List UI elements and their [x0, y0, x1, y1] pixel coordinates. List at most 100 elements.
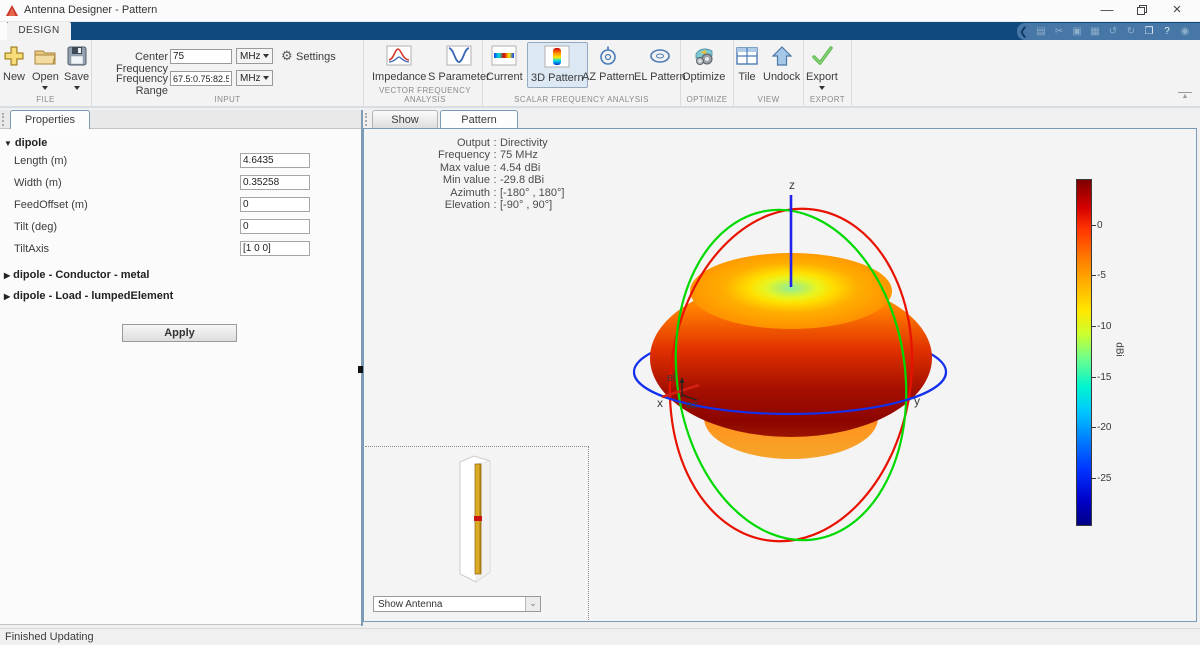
save-button[interactable]: Save [64, 43, 89, 90]
info-value: [-90° , 90°] [500, 198, 553, 211]
section-expanded-icon: ▼ [4, 139, 12, 148]
current-button[interactable]: Current [486, 43, 523, 83]
length-input[interactable] [240, 153, 310, 168]
app-logo-icon [5, 4, 19, 23]
center-frequency-input[interactable] [170, 49, 232, 64]
window-title: Antenna Designer - Pattern [24, 4, 158, 16]
undock-button-label: Undock [763, 71, 801, 83]
copy-icon[interactable]: ▣ [1068, 26, 1086, 37]
az-pattern-button[interactable]: AZ Pattern [582, 43, 635, 83]
more-options-icon[interactable]: ◉ [1176, 26, 1194, 37]
restore-button[interactable] [1124, 0, 1158, 22]
frequency-range-unit-dropdown[interactable]: MHz [236, 70, 273, 86]
tab-design[interactable]: DESIGN [7, 22, 71, 40]
frequency-range-unit-value: MHz [240, 72, 261, 84]
tilt-label: Tilt (deg) [14, 221, 57, 233]
save-dropdown-arrow-icon[interactable] [73, 86, 80, 90]
pattern-tab-bar: Show Pattern [363, 110, 1197, 129]
az-pattern-button-label: AZ Pattern [582, 71, 635, 83]
export-button[interactable]: Export [806, 43, 838, 90]
show-antenna-dropdown[interactable]: Show Antenna ⌄ [373, 596, 541, 612]
info-separator: : [493, 161, 497, 174]
info-label: Max value [439, 161, 490, 174]
impedance-button-label: Impedance [372, 71, 427, 83]
panel-grip[interactable] [2, 113, 5, 126]
vector-section-label: VECTOR FREQUENCY ANALYSIS [378, 86, 472, 104]
center-frequency-unit-dropdown[interactable]: MHz [236, 48, 273, 64]
tab-show[interactable]: Show [372, 110, 438, 129]
colorbar-tick-label: -15 [1097, 372, 1112, 383]
tilt-input[interactable] [240, 219, 310, 234]
tab-pattern[interactable]: Pattern [440, 110, 518, 129]
info-separator: : [493, 149, 497, 162]
cut-icon[interactable]: ✂ [1050, 26, 1068, 37]
undock-button[interactable]: Undock [763, 43, 800, 83]
impedance-button[interactable]: Impedance [372, 43, 426, 83]
layout-icon[interactable]: ❒ [1140, 26, 1158, 37]
colorbar-tick-label: -25 [1097, 473, 1112, 484]
panel-grip[interactable] [365, 113, 368, 126]
pattern-3d-icon [544, 44, 570, 70]
s-parameter-button[interactable]: S Parameter [428, 43, 490, 83]
s-parameter-plot-icon [446, 43, 472, 69]
frequency-range-label: Frequency Range [116, 73, 168, 97]
length-label: Length (m) [14, 155, 68, 167]
ribbon-section-input: Center Frequency MHz ⚙ Settings Frequenc… [92, 40, 364, 106]
section-collapsed-icon: ▶ [4, 292, 11, 301]
new-button[interactable]: New [3, 43, 25, 83]
pattern-3d-button[interactable]: 3D Pattern [527, 42, 588, 88]
y-axis-label: y [914, 394, 920, 408]
load-section-header[interactable]: ▶ dipole - Load - lumpedElement [4, 290, 173, 302]
status-text: Finished Updating [5, 631, 94, 643]
help-icon[interactable]: ? [1158, 26, 1176, 37]
status-bar: Finished Updating [0, 628, 1200, 645]
properties-panel: ▼dipole Length (m) Width (m) FeedOffset … [0, 129, 361, 625]
tab-properties[interactable]: Properties [10, 110, 90, 129]
export-dropdown-arrow-icon[interactable] [818, 86, 825, 90]
save-icon[interactable]: ▤ [1032, 26, 1050, 37]
settings-label[interactable]: Settings [296, 51, 336, 63]
colorbar-tick [1092, 225, 1096, 226]
tile-button-label: Tile [738, 71, 756, 83]
dipole-section-header[interactable]: ▼ dipole [4, 137, 47, 149]
feedoffset-input[interactable] [240, 197, 310, 212]
collapse-ribbon-icon[interactable]: ▲ [1178, 92, 1192, 102]
open-button[interactable]: Open [32, 43, 59, 90]
info-separator: : [493, 137, 497, 149]
open-dropdown-arrow-icon[interactable] [42, 86, 49, 90]
optimize-button[interactable]: Optimize [682, 43, 725, 83]
collapse-chevron-icon[interactable]: ❮ [1019, 25, 1028, 38]
info-label: Elevation [444, 198, 490, 211]
colorbar-tick-label: -5 [1097, 270, 1106, 281]
el-pattern-button[interactable]: EL Pattern [634, 43, 686, 83]
export-check-icon [810, 43, 834, 69]
paste-icon[interactable]: ▦ [1086, 26, 1104, 37]
scalar-section-label: SCALAR FREQUENCY ANALYSIS [514, 95, 649, 104]
frequency-range-input[interactable] [170, 71, 232, 86]
dropdown-chevron-icon[interactable]: ⌄ [525, 597, 540, 611]
undo-icon[interactable]: ↺ [1104, 26, 1122, 37]
ribbon-section-vector: Impedance S Parameter VECTOR FREQUENCY A… [368, 40, 490, 106]
colorbar-tick [1092, 326, 1096, 327]
redo-icon[interactable]: ↻ [1122, 26, 1140, 37]
tile-button[interactable]: Tile [736, 43, 758, 83]
show-antenna-dropdown-value: Show Antenna [378, 599, 443, 610]
restore-icon [1137, 7, 1145, 15]
minimize-button[interactable]: — [1090, 0, 1124, 22]
info-separator: : [493, 198, 497, 211]
s-parameter-button-label: S Parameter [428, 71, 490, 83]
file-section-label: FILE [36, 95, 55, 104]
apply-button[interactable]: Apply [122, 324, 237, 342]
info-value: 4.54 dBi [500, 161, 541, 174]
close-button[interactable]: × [1160, 0, 1194, 22]
info-label: Min value [442, 174, 490, 187]
optimize-icon [692, 43, 716, 69]
colorbar-tick [1092, 377, 1096, 378]
settings-gear-icon[interactable]: ⚙ [281, 48, 293, 64]
antenna-preview[interactable] [450, 452, 506, 592]
tiltaxis-input[interactable] [240, 241, 310, 256]
current-plot-icon [491, 43, 517, 69]
conductor-section-header[interactable]: ▶ dipole - Conductor - metal [4, 269, 149, 281]
width-input[interactable] [240, 175, 310, 190]
open-button-label: Open [32, 71, 59, 83]
